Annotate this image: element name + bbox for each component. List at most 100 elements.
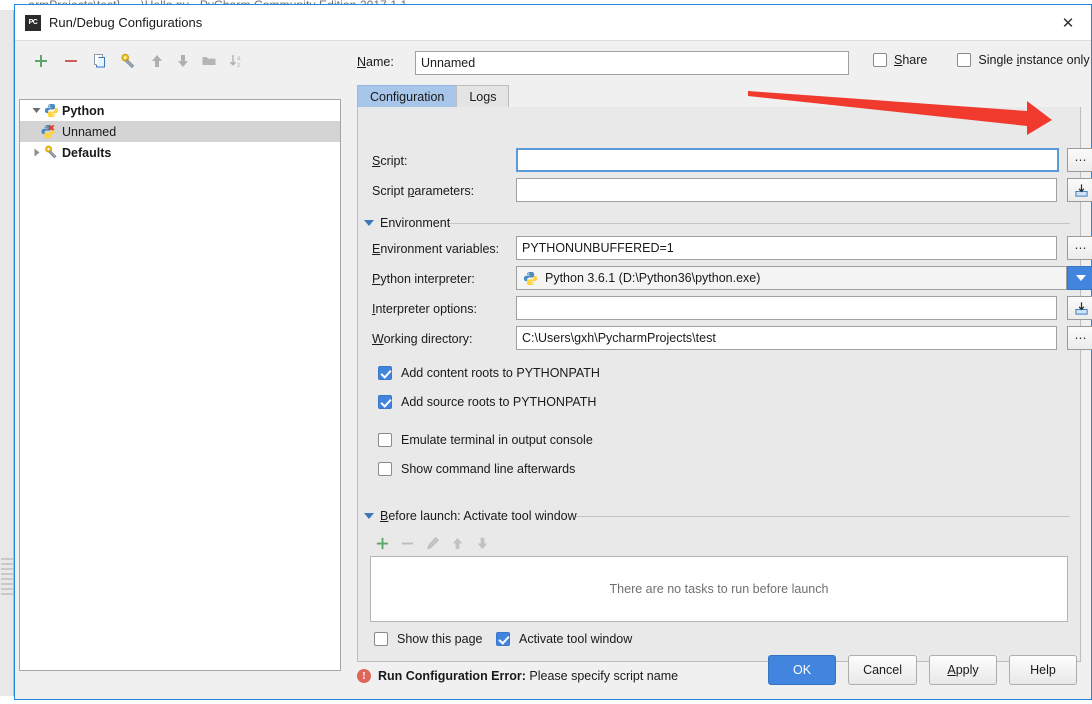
wrench-icon — [44, 145, 62, 160]
environment-variables-browse-button[interactable]: ⋯ — [1067, 236, 1092, 260]
edit-defaults-wrench-icon[interactable] — [116, 49, 140, 73]
dialog-title: Run/Debug Configurations — [49, 15, 203, 30]
show-this-page-checkbox[interactable]: Show this page — [374, 632, 482, 646]
environment-section-label: Environment — [380, 216, 451, 230]
checkbox-label: Add source roots to PYTHONPATH — [401, 395, 597, 409]
python-interpreter-value: Python 3.6.1 (D:\Python36\python.exe) — [545, 271, 761, 285]
configuration-tab-panel: Script: ⋯ Script parameters: Environment — [357, 107, 1092, 662]
chevron-down-icon — [1076, 275, 1086, 281]
sort-alphabetically-button[interactable]: a z — [225, 49, 249, 73]
python-interpreter-dropdown-button[interactable] — [1067, 266, 1092, 290]
apply-button[interactable]: Apply — [929, 655, 997, 685]
configuration-editor-pane: Name: Share Single instance only Configu… — [349, 41, 1092, 699]
chevron-down-icon[interactable] — [364, 513, 374, 519]
pycharm-icon: PC — [25, 15, 41, 31]
python-interpreter-label: Python interpreter: — [372, 272, 475, 286]
script-input[interactable] — [516, 148, 1059, 172]
checkbox-label: Activate tool window — [519, 632, 633, 646]
python-icon — [44, 103, 62, 118]
tab-logs[interactable]: Logs — [456, 85, 510, 107]
environment-variables-label: Environment variables: — [372, 242, 500, 256]
checkbox-label: Emulate terminal in output console — [401, 433, 593, 447]
editor-tabs: Configuration Logs — [357, 85, 510, 107]
empty-task-list-message: There are no tasks to run before launch — [609, 582, 829, 596]
checkbox-box[interactable] — [957, 53, 972, 67]
svg-text:z: z — [237, 62, 240, 69]
python-error-icon — [40, 124, 58, 139]
chevron-down-icon[interactable] — [364, 220, 374, 226]
checkbox-box[interactable] — [496, 632, 510, 646]
tree-item-label: Defaults — [62, 145, 112, 160]
add-content-roots-checkbox[interactable]: Add content roots to PYTHONPATH — [378, 366, 600, 380]
interpreter-options-label: Interpreter options: — [372, 302, 477, 316]
cancel-button[interactable]: Cancel — [848, 655, 917, 685]
task-move-up-button[interactable] — [445, 531, 469, 555]
move-down-button[interactable] — [171, 49, 195, 73]
working-directory-input[interactable]: C:\Users\gxh\PycharmProjects\test — [516, 326, 1057, 350]
edit-task-pencil-icon[interactable] — [420, 531, 444, 555]
checkbox-box[interactable] — [873, 53, 887, 67]
error-message: Please specify script name — [529, 669, 679, 683]
checkbox-label: Show command line afterwards — [401, 462, 576, 476]
single-instance-only-checkbox[interactable]: Single instance only — [957, 53, 1090, 67]
activate-tool-window-checkbox[interactable]: Activate tool window — [496, 632, 632, 646]
working-directory-browse-button[interactable]: ⋯ — [1067, 326, 1092, 350]
close-icon[interactable]: ✕ — [1049, 7, 1087, 39]
section-divider — [449, 223, 1070, 224]
remove-configuration-button[interactable] — [59, 49, 83, 73]
environment-variables-input[interactable]: PYTHONUNBUFFERED=1 — [516, 236, 1057, 260]
chevron-down-icon[interactable] — [28, 106, 44, 115]
checkbox-box[interactable] — [378, 462, 392, 476]
task-move-down-button[interactable] — [470, 531, 494, 555]
single-instance-only-label: Single instance only — [978, 53, 1090, 67]
working-directory-label: Working directory: — [372, 332, 473, 346]
tree-item-label: Unnamed — [62, 124, 117, 139]
interpreter-options-macro-button[interactable] — [1067, 296, 1092, 320]
tab-configuration[interactable]: Configuration — [357, 85, 458, 107]
move-up-button[interactable] — [145, 49, 169, 73]
configuration-tree[interactable]: Python Unnamed Defaults — [19, 99, 341, 671]
header-checkboxes: Share Single instance only — [873, 53, 1090, 67]
before-launch-label: Before launch: Activate tool window — [380, 509, 577, 523]
emulate-terminal-checkbox[interactable]: Emulate terminal in output console — [378, 433, 593, 447]
tree-item-defaults[interactable]: Defaults — [20, 142, 340, 163]
ok-button[interactable]: OK — [768, 655, 837, 685]
dialog-body: a z Python Unnamed Defaults Name: Unname… — [15, 41, 1092, 699]
run-debug-configurations-dialog: PC Run/Debug Configurations ✕ a z Python… — [14, 4, 1092, 700]
script-parameters-label: Script parameters: — [372, 184, 475, 198]
checkbox-box[interactable] — [378, 433, 392, 447]
script-parameters-input[interactable] — [516, 178, 1057, 202]
environment-section-header[interactable]: Environment — [364, 216, 450, 230]
add-task-button[interactable] — [370, 531, 394, 555]
script-browse-button[interactable]: ⋯ — [1067, 148, 1092, 172]
checkbox-box[interactable] — [374, 632, 388, 646]
dialog-titlebar: PC Run/Debug Configurations ✕ — [15, 5, 1091, 41]
before-launch-task-list[interactable]: There are no tasks to run before launch — [370, 556, 1068, 622]
tree-item-unnamed[interactable]: Unnamed — [20, 121, 340, 142]
error-icon: ! — [357, 669, 371, 683]
share-checkbox[interactable]: Share — [873, 53, 927, 67]
python-interpreter-combo[interactable]: Python 3.6.1 (D:\Python36\python.exe) — [516, 266, 1067, 290]
show-command-line-checkbox[interactable]: Show command line afterwards — [378, 462, 575, 476]
script-parameters-macro-button[interactable] — [1067, 178, 1092, 202]
create-folder-button[interactable] — [197, 49, 221, 73]
python-icon — [523, 271, 538, 289]
share-label: Share — [894, 53, 928, 67]
name-input[interactable] — [415, 51, 849, 75]
checkbox-box[interactable] — [378, 395, 392, 409]
add-configuration-button[interactable] — [29, 49, 53, 73]
remove-task-button[interactable] — [395, 531, 419, 555]
interpreter-options-input[interactable] — [516, 296, 1057, 320]
name-label: Name: — [357, 55, 394, 69]
help-button[interactable]: Help — [1009, 655, 1077, 685]
configuration-tree-toolbar: a z — [21, 47, 341, 75]
copy-configuration-button[interactable] — [89, 49, 113, 73]
run-configuration-error: ! Run Configuration Error: Please specif… — [357, 669, 678, 683]
checkbox-label: Add content roots to PYTHONPATH — [401, 366, 600, 380]
before-launch-section-header[interactable]: Before launch: Activate tool window — [364, 509, 577, 523]
add-source-roots-checkbox[interactable]: Add source roots to PYTHONPATH — [378, 395, 596, 409]
ide-left-strip-marks — [1, 558, 13, 596]
checkbox-box[interactable] — [378, 366, 392, 380]
tree-item-python[interactable]: Python — [20, 100, 340, 121]
chevron-right-icon[interactable] — [28, 148, 44, 157]
